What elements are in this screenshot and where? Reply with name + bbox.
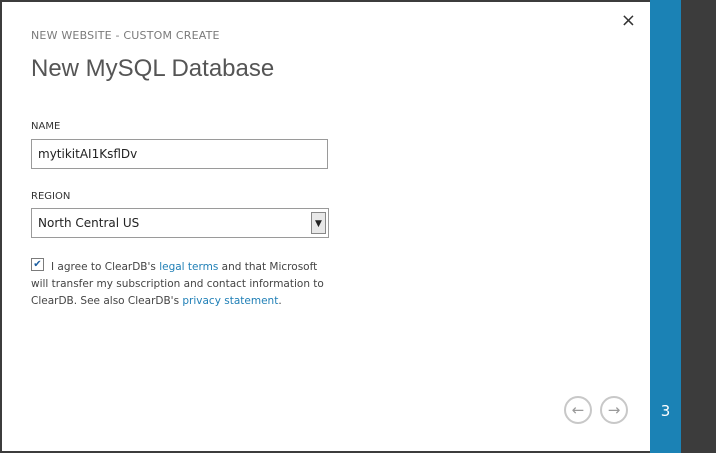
chevron-down-icon[interactable]: ▼ [311, 212, 326, 234]
arrow-left-icon: ← [571, 401, 585, 419]
region-selected-value: North Central US [38, 216, 140, 230]
wizard-dialog: × NEW WEBSITE - CUSTOM CREATE New MySQL … [2, 2, 650, 451]
step-indicator-bar: 3 [650, 0, 681, 453]
agreement-text: I agree to ClearDB's legal terms and tha… [31, 259, 331, 310]
privacy-statement-link[interactable]: privacy statement [182, 295, 278, 307]
background-panel [681, 0, 716, 453]
wizard-title: NEW WEBSITE - CUSTOM CREATE [31, 29, 220, 42]
page-title: New MySQL Database [31, 55, 275, 82]
name-label: NAME [31, 121, 61, 132]
agree-checkbox[interactable]: ✔ [31, 258, 44, 271]
legal-terms-link[interactable]: legal terms [159, 261, 218, 273]
agreement-text-part-1: I agree to ClearDB's [51, 261, 160, 273]
name-input[interactable] [31, 139, 328, 169]
step-number: 3 [660, 402, 671, 420]
region-label: REGION [31, 191, 71, 202]
arrow-right-icon: → [607, 401, 621, 419]
next-button[interactable]: → [600, 396, 628, 424]
region-select[interactable]: North Central US ▼ [31, 208, 329, 238]
back-button[interactable]: ← [564, 396, 592, 424]
agreement-text-part-3: . [278, 295, 282, 307]
close-icon[interactable]: × [621, 12, 636, 30]
